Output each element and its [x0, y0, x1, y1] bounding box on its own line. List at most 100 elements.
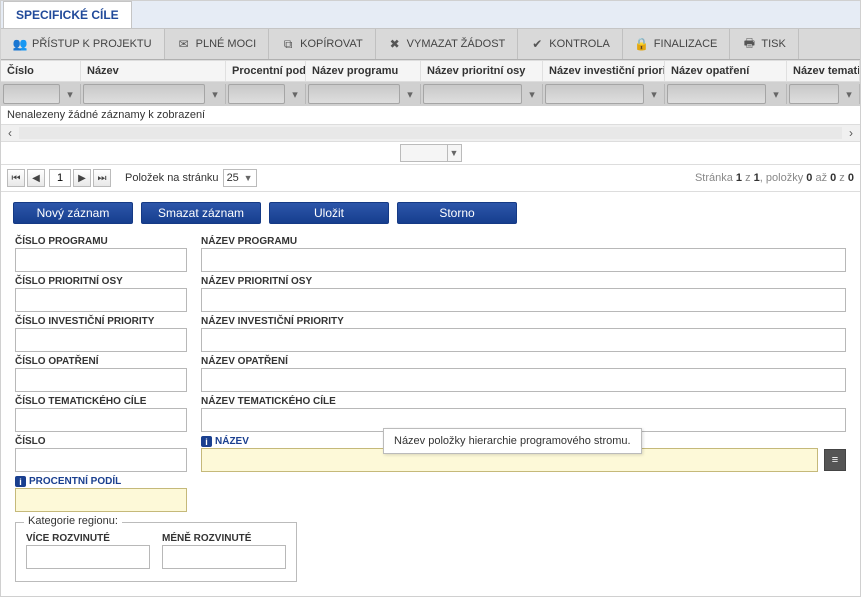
label-cislo: ČÍSLO	[15, 436, 187, 447]
col-opatreni[interactable]: Název opatření	[665, 61, 787, 81]
input-nazev-osy[interactable]	[201, 288, 846, 312]
input-nazev-inv[interactable]	[201, 328, 846, 352]
label-nazev-op: NÁZEV OPATŘENÍ	[201, 356, 846, 367]
filter-icon[interactable]: ▾	[646, 85, 662, 103]
region-category-legend: Kategorie regionu:	[24, 515, 122, 527]
toolbar: 👥 PŘÍSTUP K PROJEKTU ✉ PLNÉ MOCI ⧉ KOPÍROVA…	[1, 29, 860, 60]
col-procentni[interactable]: Procentní podíl	[226, 61, 306, 81]
toolbar-check-label: KONTROLA	[549, 38, 610, 50]
label-vice: VÍCE ROZVINUTÉ	[26, 533, 150, 544]
copy-icon: ⧉	[281, 37, 295, 51]
filter-nazev[interactable]	[83, 84, 205, 104]
input-vice[interactable]	[26, 545, 150, 569]
pager-page-input[interactable]	[49, 169, 71, 187]
label-cislo-tem: ČÍSLO TEMATICKÉHO CÍLE	[15, 396, 187, 407]
scroll-track[interactable]	[19, 127, 842, 139]
new-record-button[interactable]: Nový záznam	[13, 202, 133, 224]
filter-icon[interactable]: ▾	[768, 85, 784, 103]
col-tematic[interactable]: Název tematického	[787, 61, 860, 81]
col-inv[interactable]: Název investiční priority	[543, 61, 665, 81]
filter-icon[interactable]: ▾	[62, 85, 78, 103]
toolbar-powers-label: PLNÉ MOCI	[196, 38, 257, 50]
pager-last[interactable]: ⏭	[93, 169, 111, 187]
label-nazev-inv: NÁZEV INVESTIČNÍ PRIORITY	[201, 316, 846, 327]
toolbar-access[interactable]: 👥 PŘÍSTUP K PROJEKTU	[1, 29, 165, 59]
filter-icon[interactable]: ▾	[524, 85, 540, 103]
grid-dropdown[interactable]: ▼	[400, 144, 462, 162]
input-procentni[interactable]	[15, 488, 187, 512]
col-nazev[interactable]: Název	[81, 61, 226, 81]
grid-header: Číslo Název Procentní podíl Název progra…	[1, 60, 860, 82]
filter-icon[interactable]: ▾	[841, 85, 857, 103]
filter-opatreni[interactable]	[667, 84, 766, 104]
pager-perpage-select[interactable]: 25▼	[223, 169, 257, 187]
label-procentni: iPROCENTNÍ PODÍL	[15, 476, 187, 487]
h-scrollbar[interactable]: ‹ ›	[1, 124, 860, 142]
required-icon: i	[15, 476, 26, 487]
tab-specific-goals[interactable]: SPECIFICKÉ CÍLE	[3, 1, 132, 28]
delete-record-button[interactable]: Smazat záznam	[141, 202, 261, 224]
label-mene: MÉNĚ ROZVINUTÉ	[162, 533, 286, 544]
pager-perpage-label: Položek na stránku	[125, 172, 219, 184]
toolbar-check[interactable]: ✔ KONTROLA	[518, 29, 623, 59]
toolbar-copy-label: KOPÍROVAT	[300, 38, 363, 50]
pager-first[interactable]: ⏮	[7, 169, 25, 187]
check-icon: ✔	[530, 37, 544, 51]
input-cislo-programu[interactable]	[15, 248, 187, 272]
input-cislo-inv[interactable]	[15, 328, 187, 352]
people-icon: 👥	[13, 37, 27, 51]
picker-button[interactable]: ≡	[824, 449, 846, 471]
lock-icon: 🔒	[635, 37, 649, 51]
input-cislo-op[interactable]	[15, 368, 187, 392]
required-icon: i	[201, 436, 212, 447]
input-nazev-programu[interactable]	[201, 248, 846, 272]
scroll-right-icon[interactable]: ›	[842, 125, 860, 141]
toolbar-access-label: PŘÍSTUP K PROJEKTU	[32, 38, 152, 50]
toolbar-print-label: TISK	[761, 38, 785, 50]
filter-tematic[interactable]	[789, 84, 839, 104]
input-cislo-tem[interactable]	[15, 408, 187, 432]
pager-prev[interactable]: ◀	[27, 169, 45, 187]
toolbar-print[interactable]: 🖶 TISK	[730, 29, 798, 59]
col-cislo[interactable]: Číslo	[1, 61, 81, 81]
print-icon: 🖶	[742, 37, 756, 51]
label-nazev-osy: NÁZEV PRIORITNÍ OSY	[201, 276, 846, 287]
no-records: Nenalezeny žádné záznamy k zobrazení	[1, 106, 860, 124]
label-cislo-osy: ČÍSLO PRIORITNÍ OSY	[15, 276, 187, 287]
toolbar-delete-label: VYMAZAT ŽÁDOST	[407, 38, 506, 50]
chevron-down-icon: ▼	[244, 173, 253, 183]
scroll-left-icon[interactable]: ‹	[1, 125, 19, 141]
pager: ⏮ ◀ ▶ ⏭ Položek na stránku 25▼ Stránka 1…	[1, 165, 860, 192]
filter-cislo[interactable]	[3, 84, 60, 104]
label-cislo-programu: ČÍSLO PROGRAMU	[15, 236, 187, 247]
input-cislo-osy[interactable]	[15, 288, 187, 312]
toolbar-delete[interactable]: ✖ VYMAZAT ŽÁDOST	[376, 29, 519, 59]
filter-icon[interactable]: ▾	[402, 85, 418, 103]
col-program[interactable]: Název programu	[306, 61, 421, 81]
tooltip: Název položky hierarchie programového st…	[383, 428, 642, 454]
pager-info: Stránka 1 z 1, položky 0 až 0 z 0	[695, 172, 854, 184]
toolbar-powers[interactable]: ✉ PLNÉ MOCI	[165, 29, 270, 59]
chevron-down-icon: ▼	[447, 145, 461, 161]
input-cislo[interactable]	[15, 448, 187, 472]
filter-program[interactable]	[308, 84, 400, 104]
filter-inv[interactable]	[545, 84, 644, 104]
delete-icon: ✖	[388, 37, 402, 51]
filter-procentni[interactable]	[228, 84, 285, 104]
col-osa[interactable]: Název prioritní osy	[421, 61, 543, 81]
toolbar-copy[interactable]: ⧉ KOPÍROVAT	[269, 29, 376, 59]
filter-osa[interactable]	[423, 84, 522, 104]
input-mene[interactable]	[162, 545, 286, 569]
save-button[interactable]: Uložit	[269, 202, 389, 224]
filter-icon[interactable]: ▾	[207, 85, 223, 103]
input-nazev-op[interactable]	[201, 368, 846, 392]
mail-icon: ✉	[177, 37, 191, 51]
cancel-button[interactable]: Storno	[397, 202, 517, 224]
label-cislo-op: ČÍSLO OPATŘENÍ	[15, 356, 187, 367]
filter-icon[interactable]: ▾	[287, 85, 303, 103]
label-nazev-tem: NÁZEV TEMATICKÉHO CÍLE	[201, 396, 846, 407]
toolbar-finalize[interactable]: 🔒FINALIZACE	[623, 29, 731, 59]
region-category-group: Kategorie regionu: VÍCE ROZVINUTÉ MÉNĚ R…	[15, 522, 297, 582]
grid-filter-row: ▾ ▾ ▾ ▾ ▾ ▾ ▾ ▾	[1, 82, 860, 106]
pager-next[interactable]: ▶	[73, 169, 91, 187]
